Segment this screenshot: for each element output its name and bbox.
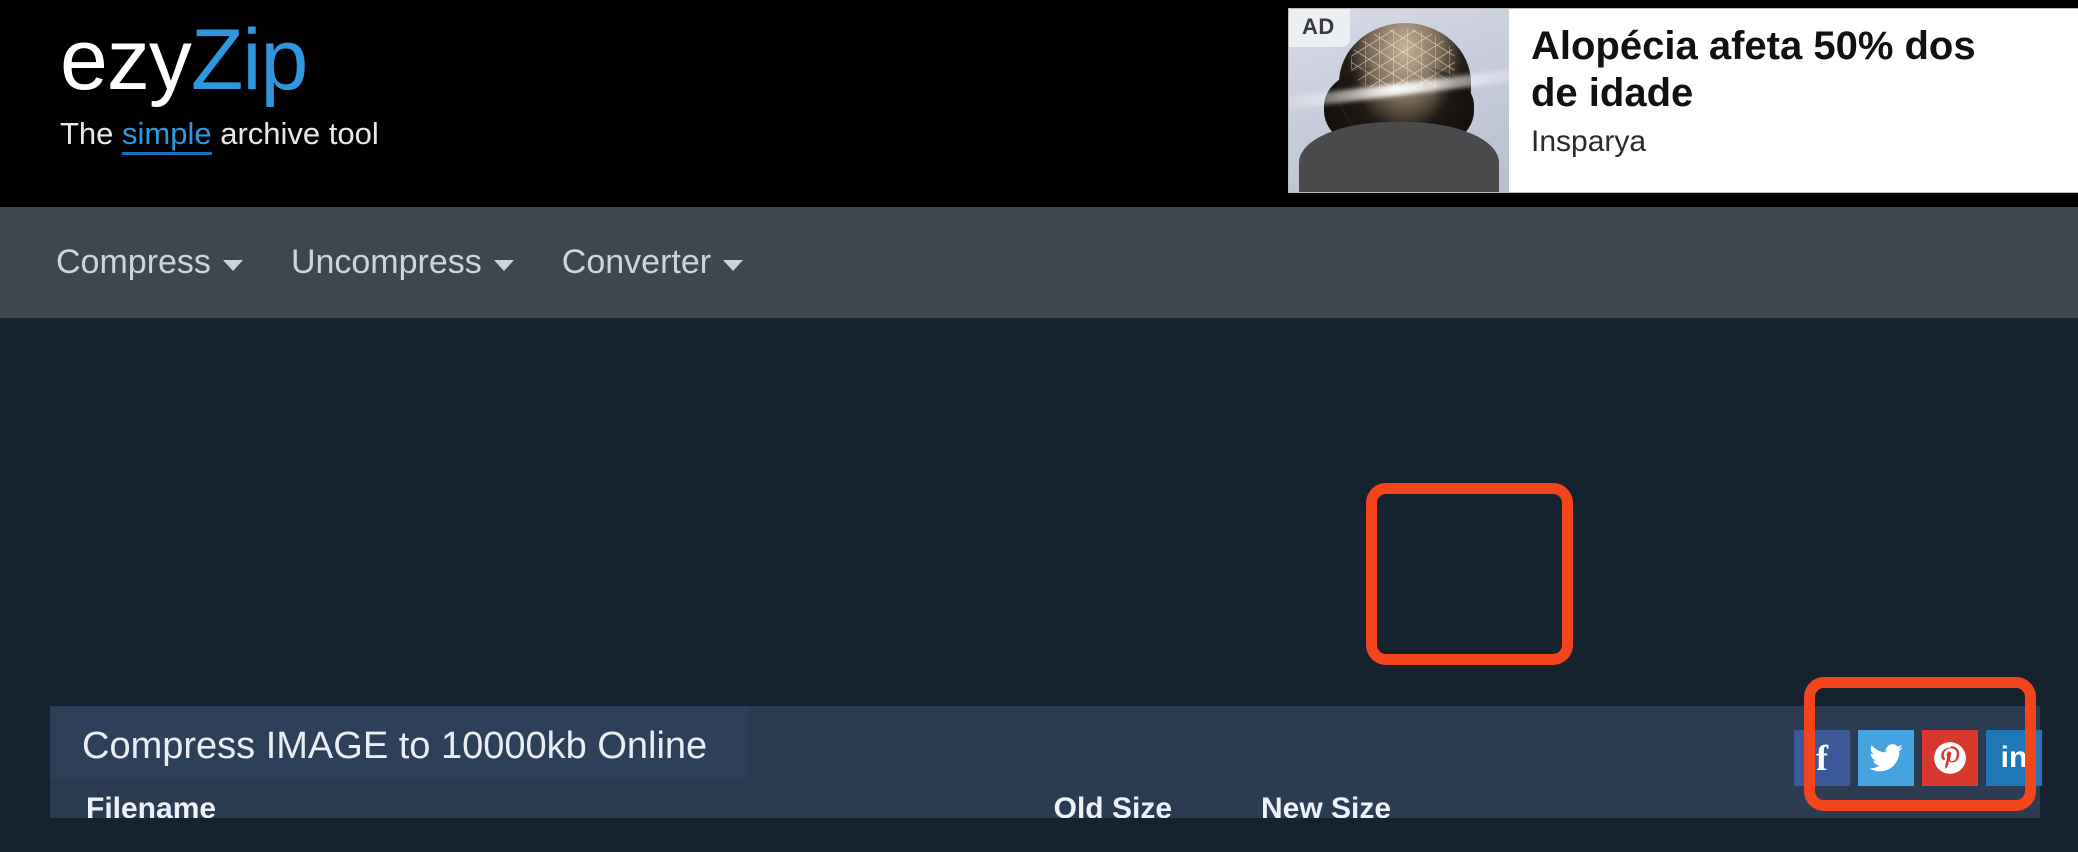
linkedin-share-button[interactable]: in [1986,730,2042,786]
pinterest-icon [1934,742,1966,774]
site-logo[interactable]: ezyZip The simple archive tool [60,8,379,155]
ad-advertiser-name: Insparya [1531,125,1647,158]
page-title: Compress IMAGE to 10000kb Online [50,706,748,778]
nav-item-converter[interactable]: Converter [561,243,744,282]
chevron-down-icon [723,260,744,271]
facebook-icon: f [1816,738,1828,778]
nav-item-uncompress-label: Uncompress [290,243,482,281]
tagline-pre: The [60,116,123,151]
logo-wordmark: ezyZip [60,8,379,112]
nav-item-compress-label: Compress [56,243,211,281]
social-share-bar: f in [1794,730,2042,786]
nav-item-compress[interactable]: Compress [56,243,243,282]
logo-text-zip: Zip [190,12,308,108]
advertisement-banner[interactable]: AD Alopécia afeta 50% dos de idade Inspa… [1288,8,2078,193]
page-bottom-strip [0,818,2078,852]
main-navigation: Compress Uncompress Converter [0,207,2078,318]
site-header: ezyZip The simple archive tool AD Alopéc… [0,0,2078,207]
chevron-down-icon [493,260,514,271]
ad-badge: AD [1289,9,1350,47]
facebook-share-button[interactable]: f [1794,730,1850,786]
main-content: f in Compress IMAGE to 10000kb Online Fi… [0,318,2078,852]
ad-text-block: Alopécia afeta 50% dos de idade Insparya [1509,9,1976,192]
site-tagline: The simple archive tool [60,116,379,155]
tagline-post: archive tool [211,116,379,151]
ad-headline-line2: de idade [1531,71,1694,115]
card-tab-bar: Compress IMAGE to 10000kb Online [50,706,2040,778]
ad-image-torso [1299,122,1499,192]
nav-item-uncompress[interactable]: Uncompress [291,243,514,282]
pinterest-share-button[interactable] [1922,730,1978,786]
chevron-down-icon [222,260,243,271]
ad-headline-line1: Alopécia afeta 50% dos [1531,24,1976,68]
nav-item-converter-label: Converter [561,243,712,281]
linkedin-icon: in [2000,741,2028,774]
twitter-icon [1869,744,1903,772]
tagline-highlight: simple [122,116,212,155]
logo-text-ezy: ezy [60,12,192,108]
twitter-share-button[interactable] [1858,730,1914,786]
